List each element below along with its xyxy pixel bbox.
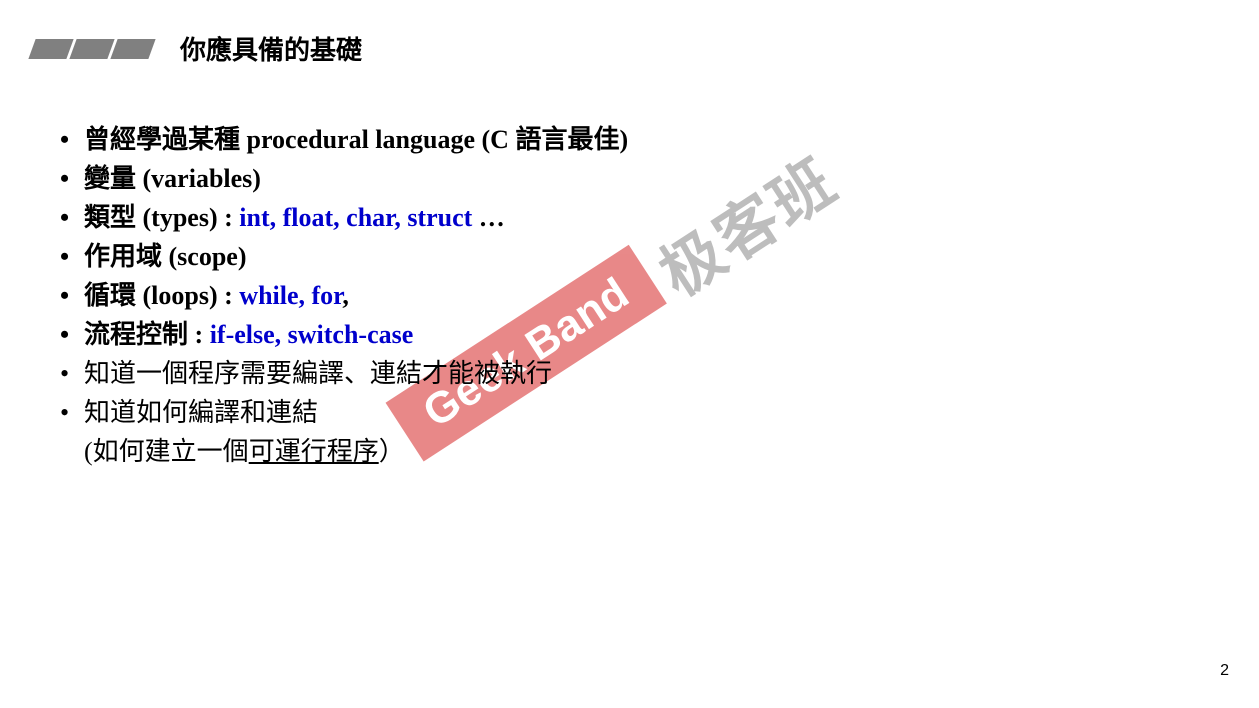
page-number: 2 xyxy=(1220,662,1229,680)
bar-icon xyxy=(110,39,155,59)
slide: Geek Band 极客班 你應具備的基礎 曾經學過某種 procedural … xyxy=(0,0,1259,708)
text: ( xyxy=(84,437,93,466)
text: 曾經學過某種 xyxy=(84,125,240,154)
text: 如何建立一個 xyxy=(93,437,249,466)
bar-icon xyxy=(69,39,114,59)
text: 變量 xyxy=(84,164,136,193)
header-bars-icon xyxy=(32,39,152,59)
underlined-text: 可運行程序 xyxy=(249,437,379,466)
keyword: int, float, char, struct xyxy=(239,203,472,232)
keyword: while, for xyxy=(239,281,342,310)
slide-title: 你應具備的基礎 xyxy=(180,30,362,67)
text: procedural language (C xyxy=(240,125,515,154)
text: … xyxy=(472,203,505,232)
bullet-1: 曾經學過某種 procedural language (C 語言最佳) xyxy=(60,120,628,159)
slide-header: 你應具備的基礎 xyxy=(32,30,362,67)
text: ） xyxy=(379,437,405,466)
sub-bullet-flow: 流程控制 : if-else, switch-case xyxy=(60,315,628,354)
text: , xyxy=(342,281,349,310)
sub-bullet-scope: 作用域 (scope) xyxy=(60,237,628,276)
text: 知道一個程序需要編譯、連結才能被執行 xyxy=(84,359,552,388)
text: 知道如何編譯和連結 xyxy=(84,398,318,427)
text: 循環 xyxy=(84,281,136,310)
sub-bullet-loops: 循環 (loops) : while, for, xyxy=(60,276,628,315)
slide-content: 曾經學過某種 procedural language (C 語言最佳) 變量 (… xyxy=(60,120,628,471)
sub-bullet-variables: 變量 (variables) xyxy=(60,159,628,198)
keyword: if-else, switch-case xyxy=(210,320,414,349)
text: 語言最佳 xyxy=(515,125,619,154)
text: (loops) : xyxy=(136,281,239,310)
bullet-3: 知道如何編譯和連結 (如何建立一個可運行程序） xyxy=(60,393,628,471)
text: (variables) xyxy=(136,164,261,193)
sub-bullet-types: 類型 (types) : int, float, char, struct … xyxy=(60,198,628,237)
text: ) xyxy=(619,125,628,154)
watermark-cn: 极客班 xyxy=(639,132,852,314)
bar-icon xyxy=(28,39,73,59)
text: 作用域 xyxy=(84,242,162,271)
text: 類型 xyxy=(84,203,136,232)
text: (types) : xyxy=(136,203,239,232)
text: : xyxy=(188,320,210,349)
text: 流程控制 xyxy=(84,320,188,349)
bullet-2: 知道一個程序需要編譯、連結才能被執行 xyxy=(60,354,628,393)
text: (scope) xyxy=(162,242,246,271)
